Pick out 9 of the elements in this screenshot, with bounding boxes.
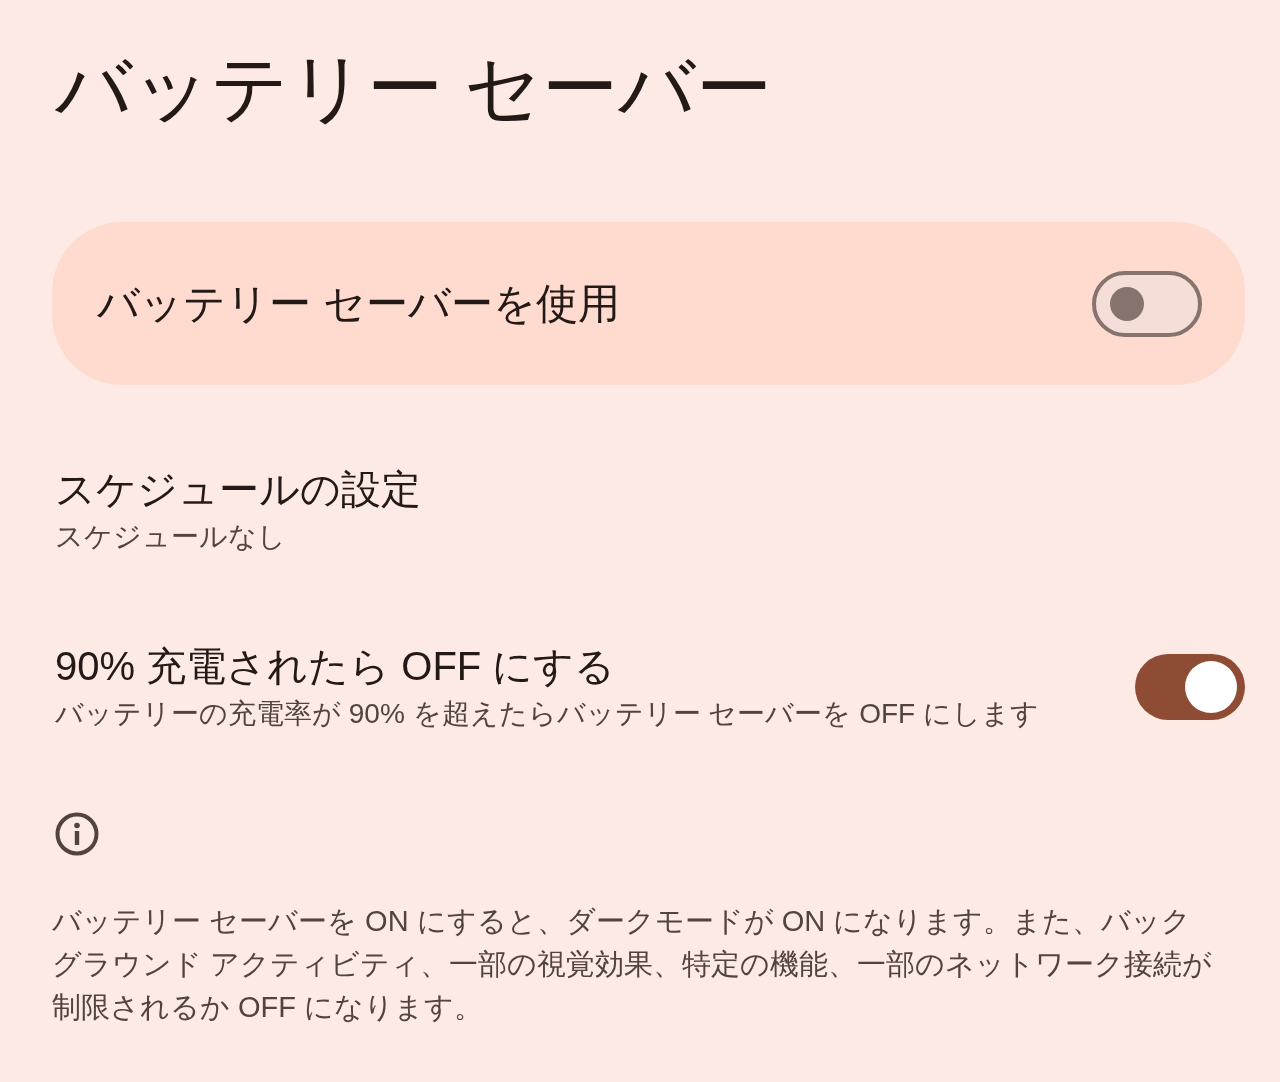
main-switch-card[interactable]: バッテリー セーバーを使用 <box>52 222 1245 385</box>
info-text: バッテリー セーバーを ON にすると、ダークモードが ON になります。また、バックグラウンド アクティビティ、一部の視覚効果、特定の機能、一部のネットワーク接続が制限されるか OFF になります。 <box>52 904 1214 1025</box>
page-title: バッテリー セーバー <box>55 48 773 128</box>
main-switch-label: バッテリー セーバーを使用 <box>97 278 620 329</box>
setting-title[interactable]: 90% 充電されたら OFF にする <box>55 640 1039 692</box>
info-icon <box>55 812 99 856</box>
setting-summary: スケジュールなし <box>55 520 287 554</box>
setting-summary: バッテリーの充電率が 90% を超えたらバッテリー セーバーを OFF にします <box>55 697 1039 731</box>
setting-title[interactable]: スケジュールの設定 <box>55 463 421 515</box>
